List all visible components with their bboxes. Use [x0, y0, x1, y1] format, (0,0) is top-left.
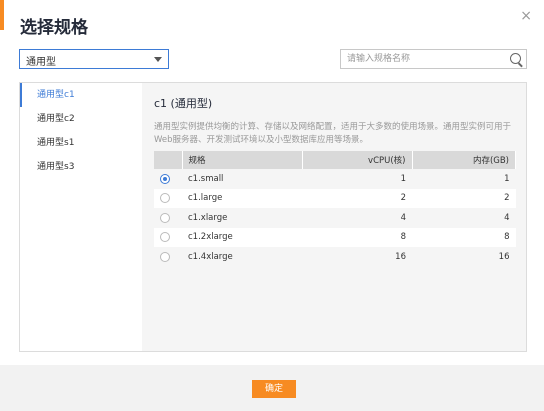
- radio-button[interactable]: [160, 193, 170, 203]
- spec-cell: c1.2xlarge: [182, 227, 302, 247]
- memory-cell: 1: [412, 169, 516, 189]
- spec-cell: c1.large: [182, 188, 302, 208]
- sidebar-item-c1[interactable]: 通用型c1: [20, 83, 142, 107]
- radio-button[interactable]: [160, 212, 170, 223]
- header-vcpu: vCPU(核): [302, 151, 413, 169]
- header-select: [154, 151, 183, 169]
- title-accent-bar: [0, 0, 4, 30]
- row-radio-cell: [154, 208, 182, 228]
- spec-cell: c1.xlarge: [182, 208, 302, 228]
- vcpu-cell: 8: [302, 227, 412, 247]
- row-radio-cell: [154, 247, 182, 267]
- row-radio-cell: [154, 227, 182, 247]
- radio-button[interactable]: [160, 173, 170, 184]
- memory-cell: 8: [412, 227, 516, 247]
- header-memory: 内存(GB): [412, 151, 516, 169]
- sidebar-item-s3[interactable]: 通用型s3: [20, 155, 142, 179]
- spec-panel: 通用型c1 通用型c2 通用型s1 通用型s3 c1 (通用型) 通用型实例提供…: [19, 82, 527, 352]
- sidebar: 通用型c1 通用型c2 通用型s1 通用型s3: [20, 83, 142, 351]
- table-row[interactable]: c1.2xlarge 8 8: [154, 227, 516, 247]
- sidebar-item-s1[interactable]: 通用型s1: [20, 131, 142, 155]
- dialog-title: 选择规格: [20, 18, 88, 38]
- search-box[interactable]: [340, 49, 527, 69]
- table-row[interactable]: c1.large 2 2: [154, 188, 516, 208]
- search-input[interactable]: [341, 50, 507, 68]
- radio-button[interactable]: [160, 251, 170, 262]
- spec-table: 规格 vCPU(核) 内存(GB) c1.small 1 1 c1.large …: [154, 151, 516, 267]
- family-title: c1 (通用型): [154, 97, 213, 110]
- header-spec: 规格: [182, 151, 303, 169]
- row-radio-cell: [154, 169, 182, 189]
- table-row[interactable]: c1.4xlarge 16 16: [154, 247, 516, 267]
- family-description: 通用型实例提供均衡的计算、存储以及网络配置，适用于大多数的使用场景。通用型实例可…: [154, 122, 512, 145]
- memory-cell: 2: [412, 188, 516, 208]
- close-icon[interactable]: ×: [520, 8, 532, 24]
- vcpu-cell: 16: [302, 247, 412, 267]
- sidebar-item-c2[interactable]: 通用型c2: [20, 107, 142, 131]
- spec-cell: c1.small: [182, 169, 302, 189]
- type-select[interactable]: 通用型: [19, 49, 169, 69]
- radio-button[interactable]: [160, 232, 170, 242]
- table-row[interactable]: c1.xlarge 4 4: [154, 208, 516, 228]
- chevron-down-icon: [154, 57, 162, 62]
- table-header-row: 规格 vCPU(核) 内存(GB): [154, 151, 516, 169]
- vcpu-cell: 2: [302, 188, 412, 208]
- type-select-value: 通用型: [26, 57, 56, 68]
- confirm-button[interactable]: 确定: [252, 380, 296, 398]
- search-icon[interactable]: [510, 53, 521, 64]
- memory-cell: 16: [412, 247, 516, 267]
- memory-cell: 4: [412, 208, 516, 228]
- row-radio-cell: [154, 188, 182, 208]
- spec-cell: c1.4xlarge: [182, 247, 302, 267]
- table-row[interactable]: c1.small 1 1: [154, 169, 516, 189]
- vcpu-cell: 1: [302, 169, 412, 189]
- vcpu-cell: 4: [302, 208, 412, 228]
- spec-content: c1 (通用型) 通用型实例提供均衡的计算、存储以及网络配置，适用于大多数的使用…: [142, 83, 526, 351]
